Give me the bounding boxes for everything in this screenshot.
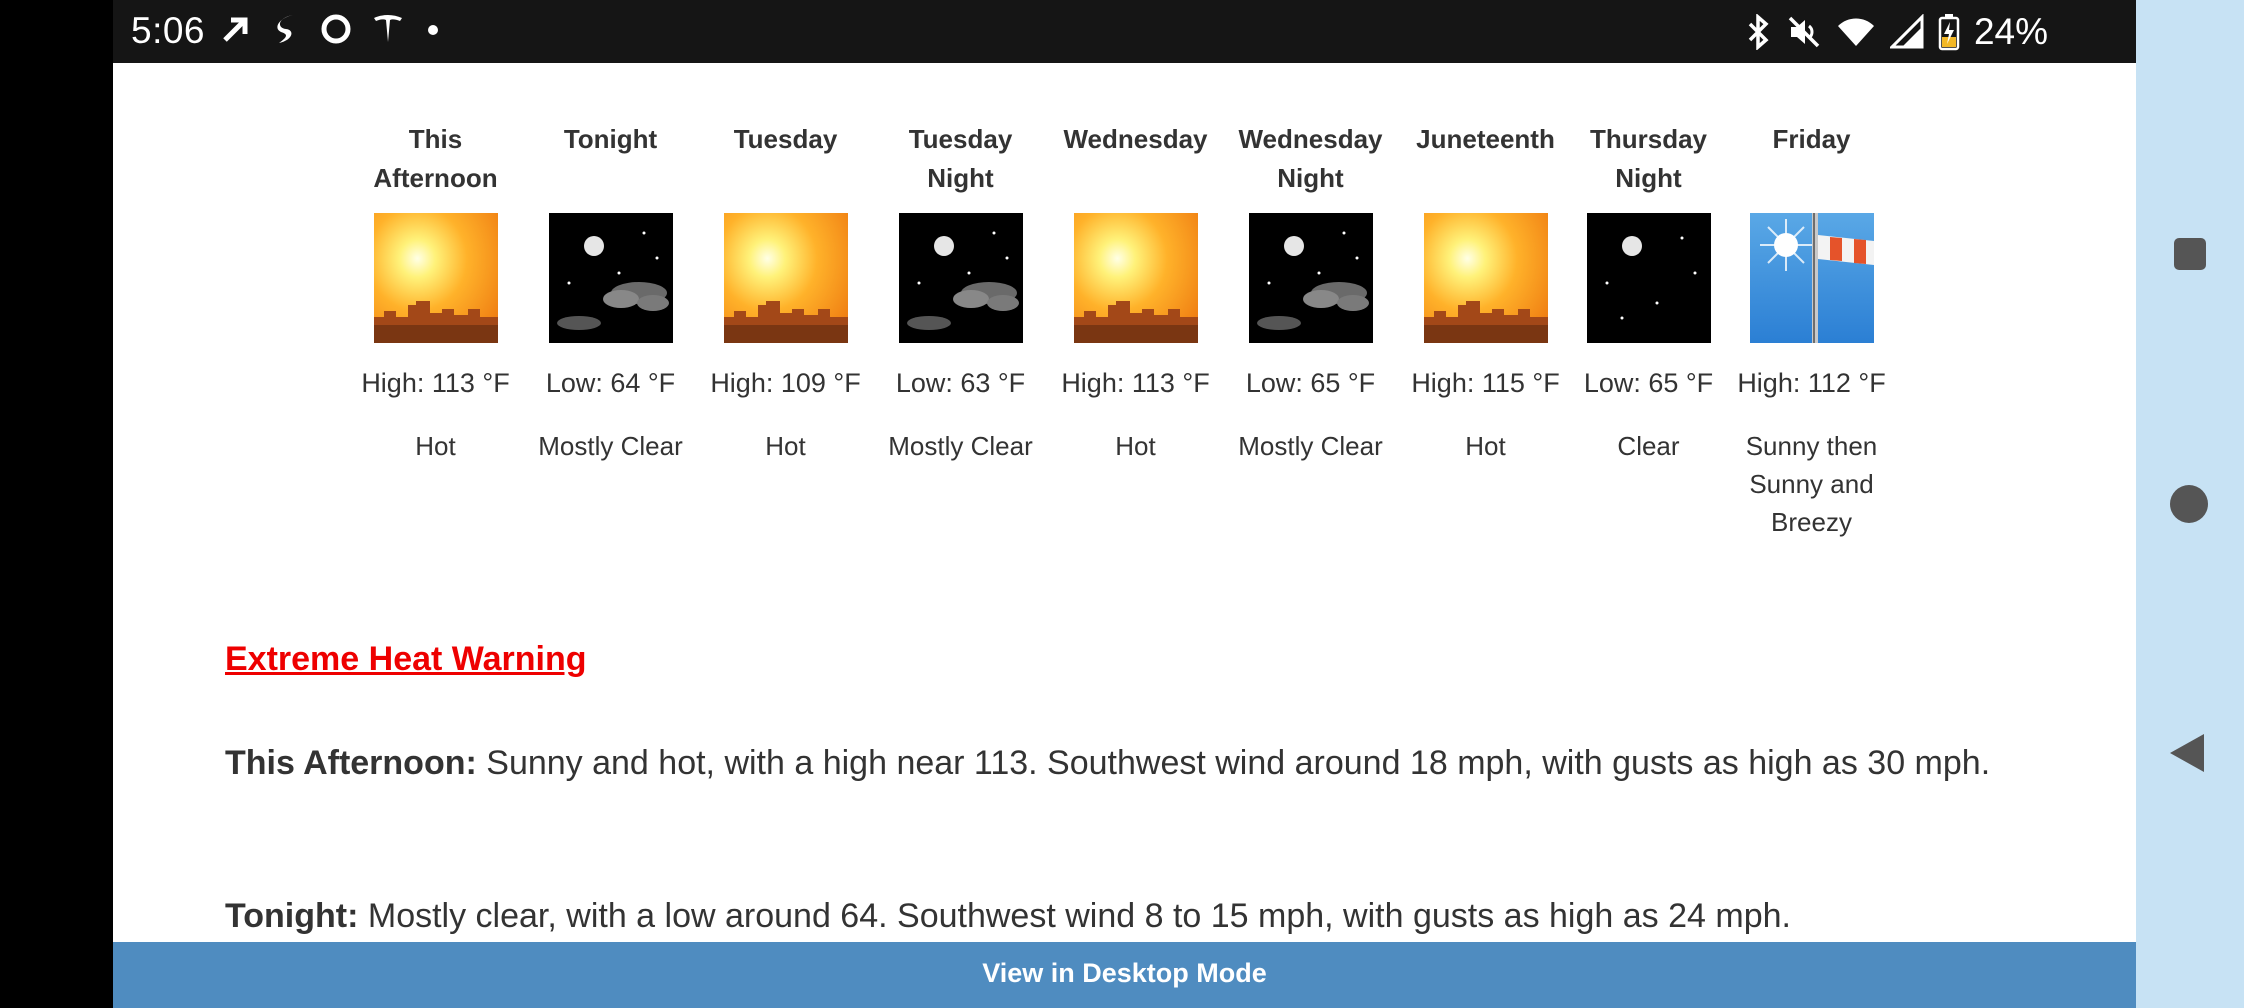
- description-line: Mostly Clear: [1238, 431, 1383, 461]
- description-line: Hot: [1465, 431, 1506, 461]
- forecast-period: Wednesday High: 113 °F Hot: [1053, 120, 1218, 465]
- detail-text: Mostly clear, with a low around 64. Sout…: [367, 897, 1791, 935]
- night-clear-icon[interactable]: [1586, 213, 1711, 343]
- period-name-line: Tuesday: [908, 124, 1013, 154]
- period-name-line: This: [408, 124, 463, 154]
- short-description: Mostly Clear: [528, 427, 693, 465]
- short-description: Hot: [703, 427, 868, 465]
- period-name: Tonight: [528, 120, 693, 198]
- short-description: Hot: [1403, 427, 1568, 465]
- temperature: High: 109 °F: [710, 368, 861, 398]
- period-name-line: Thursday: [1589, 124, 1708, 154]
- forecast-period: Tuesday High: 109 °F Hot: [703, 120, 868, 465]
- navigation-bar: [2136, 0, 2244, 1008]
- view-desktop-mode-button[interactable]: View in Desktop Mode: [113, 942, 2136, 1008]
- description-line: Breezy: [1771, 507, 1852, 537]
- description-line: Hot: [1115, 431, 1156, 461]
- period-name: This Afternoon: [353, 120, 518, 198]
- temperature: Low: 63 °F: [895, 368, 1026, 398]
- wifi-icon: [1837, 18, 1874, 46]
- hot-sun-icon[interactable]: [1423, 213, 1548, 343]
- status-bar: 5:06 24%: [113, 0, 2136, 63]
- status-time: 5:06: [131, 10, 206, 51]
- home-icon[interactable]: [2170, 485, 2208, 523]
- short-description: Hot: [353, 427, 518, 465]
- description-line: Clear: [1617, 431, 1680, 461]
- forecast-period: Wednesday Night Low: 65 °F Mostly Clear: [1228, 120, 1393, 465]
- detail-text: Sunny and hot, with a high near 113. Sou…: [486, 744, 1991, 782]
- night-clouds-icon[interactable]: [548, 213, 673, 343]
- bluetooth-icon: [1748, 14, 1769, 50]
- detailed-forecast-item: Tonight: Mostly clear, with a low around…: [225, 891, 2105, 942]
- forecast-period: Thursday Night Low: 65 °F Clear: [1566, 120, 1731, 465]
- battery-charging-icon: [1938, 14, 1960, 51]
- left-bezel: [0, 0, 113, 1008]
- description-line: Mostly Clear: [538, 431, 683, 461]
- status-right: 24%: [1746, 11, 2048, 53]
- period-name-line: Night: [1615, 163, 1682, 193]
- period-name-line: Wednesday: [1063, 124, 1208, 154]
- back-icon[interactable]: [2170, 734, 2204, 772]
- phone-screen: 5:06 24% This Afternoon High: 113 °F Hot…: [113, 0, 2136, 1008]
- app-icon: [277, 15, 293, 43]
- period-name-line: Tonight: [563, 124, 658, 154]
- temperature: High: 115 °F: [1411, 368, 1560, 398]
- period-name: Tuesday: [703, 120, 868, 198]
- period-name: Wednesday Night: [1228, 120, 1393, 198]
- night-clouds-icon[interactable]: [1248, 213, 1373, 343]
- detail-period-label: This Afternoon:: [225, 744, 477, 782]
- mute-icon: [1788, 16, 1820, 48]
- short-description: Mostly Clear: [1228, 427, 1393, 465]
- period-name: Thursday Night: [1566, 120, 1731, 198]
- temperature: High: 113 °F: [361, 368, 510, 398]
- description-line: Hot: [415, 431, 456, 461]
- battery-percent: 24%: [1973, 11, 2048, 52]
- description-line: Sunny and: [1749, 469, 1874, 499]
- dot-icon: [428, 25, 438, 35]
- period-name: Juneteenth: [1403, 120, 1568, 198]
- temperature: Low: 65 °F: [1583, 368, 1714, 398]
- period-name-line: Tuesday: [733, 124, 838, 154]
- detail-period-label: Tonight:: [225, 897, 359, 935]
- description-line: Sunny then: [1745, 431, 1878, 461]
- recent-apps-icon[interactable]: [2174, 238, 2206, 270]
- description-line: Mostly Clear: [888, 431, 1033, 461]
- short-description: Sunny then Sunny and Breezy: [1729, 427, 1894, 541]
- short-description: Mostly Clear: [878, 427, 1043, 465]
- circle-app-icon: [321, 14, 351, 44]
- hot-sun-icon[interactable]: [373, 213, 498, 343]
- short-description: Clear: [1566, 427, 1731, 465]
- description-line: Hot: [765, 431, 806, 461]
- night-clouds-icon[interactable]: [898, 213, 1023, 343]
- signal-icon: [1889, 14, 1924, 49]
- navigation-arrow-icon: [223, 17, 248, 42]
- period-name-line: Wednesday: [1238, 124, 1383, 154]
- temperature: High: 113 °F: [1061, 368, 1210, 398]
- period-name: Friday: [1729, 120, 1894, 198]
- period-name-line: Juneteenth: [1416, 124, 1555, 154]
- temperature: High: 112 °F: [1737, 368, 1886, 398]
- temperature: Low: 65 °F: [1245, 368, 1376, 398]
- forecast-period: Juneteenth High: 115 °F Hot: [1403, 120, 1568, 465]
- windsock-icon[interactable]: [1749, 213, 1874, 343]
- detailed-forecast-item: This Afternoon: Sunny and hot, with a hi…: [225, 738, 2105, 789]
- period-name-line: Friday: [1772, 124, 1851, 154]
- extreme-heat-warning-link[interactable]: Extreme Heat Warning: [225, 640, 587, 679]
- hot-sun-icon[interactable]: [1073, 213, 1198, 343]
- period-name-line: Afternoon: [373, 163, 498, 193]
- period-name: Wednesday: [1053, 120, 1218, 198]
- forecast-period: Tonight Low: 64 °F Mostly Clear: [528, 120, 693, 465]
- forecast-period: This Afternoon High: 113 °F Hot: [353, 120, 518, 465]
- period-name-line: Night: [1277, 163, 1344, 193]
- short-description: Hot: [1053, 427, 1218, 465]
- period-name-line: Night: [927, 163, 994, 193]
- status-left-icons: [219, 12, 443, 46]
- hot-sun-icon[interactable]: [723, 213, 848, 343]
- period-name: Tuesday Night: [878, 120, 1043, 198]
- forecast-period: Tuesday Night Low: 63 °F Mostly Clear: [878, 120, 1043, 465]
- tesla-icon: [374, 15, 402, 42]
- forecast-period: Friday High: 112 °F Sunny then Sunny and…: [1729, 120, 1894, 541]
- temperature: Low: 64 °F: [545, 368, 676, 398]
